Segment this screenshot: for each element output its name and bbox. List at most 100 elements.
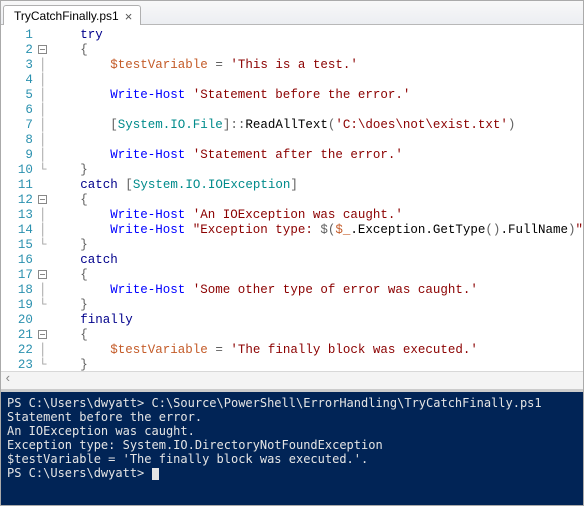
terminal-panel[interactable]: PS C:\Users\dwyatt> C:\Source\PowerShell… <box>1 389 583 505</box>
file-tab[interactable]: TryCatchFinally.ps1 × <box>3 5 141 25</box>
line-number: 8 <box>1 133 35 148</box>
fold-line-icon: │ <box>39 343 47 357</box>
code-line[interactable]: [System.IO.File]::ReadAllText('C:\does\n… <box>50 118 583 133</box>
code-line[interactable] <box>50 73 583 88</box>
terminal-line: $testVariable = 'The finally block was e… <box>7 452 577 466</box>
fold-line-icon: │ <box>39 73 47 87</box>
line-number: 2 <box>1 43 35 58</box>
fold-marker: │ <box>37 73 48 88</box>
fold-marker: │ <box>37 58 48 73</box>
fold-marker[interactable] <box>37 328 48 343</box>
line-number: 3 <box>1 58 35 73</box>
code-line[interactable]: Write-Host 'An IOException was caught.' <box>50 208 583 223</box>
line-number: 19 <box>1 298 35 313</box>
fold-marker[interactable] <box>37 43 48 58</box>
code-line[interactable]: $testVariable = 'The finally block was e… <box>50 343 583 358</box>
line-number: 1 <box>1 28 35 43</box>
fold-marker: │ <box>37 118 48 133</box>
fold-marker: └ <box>37 298 48 313</box>
fold-marker: │ <box>37 88 48 103</box>
line-number: 17 <box>1 268 35 283</box>
fold-marker: │ <box>37 343 48 358</box>
line-number: 12 <box>1 193 35 208</box>
code-line[interactable]: { <box>50 268 583 283</box>
code-line[interactable]: } <box>50 358 583 371</box>
fold-minus-icon[interactable] <box>38 270 47 279</box>
fold-marker: │ <box>37 103 48 118</box>
terminal-line: PS C:\Users\dwyatt> C:\Source\PowerShell… <box>7 396 577 410</box>
fold-end-icon: └ <box>39 298 47 312</box>
code-editor[interactable]: 1234567891011121314151617181920212223242… <box>1 25 583 371</box>
fold-end-icon: └ <box>39 358 47 371</box>
terminal-line: An IOException was caught. <box>7 424 577 438</box>
line-number: 18 <box>1 283 35 298</box>
line-number: 10 <box>1 163 35 178</box>
code-line[interactable]: } <box>50 238 583 253</box>
fold-line-icon: │ <box>39 208 47 222</box>
line-number: 5 <box>1 88 35 103</box>
fold-marker: └ <box>37 163 48 178</box>
fold-marker: │ <box>37 283 48 298</box>
fold-marker[interactable] <box>37 268 48 283</box>
fold-marker <box>37 28 48 43</box>
line-number: 4 <box>1 73 35 88</box>
code-line[interactable]: { <box>50 43 583 58</box>
code-line[interactable]: Write-Host 'Statement before the error.' <box>50 88 583 103</box>
code-line[interactable]: Write-Host 'Some other type of error was… <box>50 283 583 298</box>
code-line[interactable]: catch <box>50 253 583 268</box>
code-line[interactable]: $testVariable = 'This is a test.' <box>50 58 583 73</box>
fold-line-icon: │ <box>39 88 47 102</box>
code-line[interactable]: { <box>50 328 583 343</box>
fold-line-icon: │ <box>39 58 47 72</box>
fold-marker: └ <box>37 358 48 371</box>
line-number: 6 <box>1 103 35 118</box>
fold-marker: │ <box>37 148 48 163</box>
fold-minus-icon[interactable] <box>38 195 47 204</box>
code-line[interactable]: } <box>50 298 583 313</box>
terminal-line: Exception type: System.IO.DirectoryNotFo… <box>7 438 577 452</box>
fold-marker: │ <box>37 223 48 238</box>
fold-marker: │ <box>37 208 48 223</box>
fold-line-icon: │ <box>39 133 47 147</box>
line-number: 7 <box>1 118 35 133</box>
horizontal-scrollbar[interactable] <box>1 371 583 389</box>
line-number: 16 <box>1 253 35 268</box>
line-number: 22 <box>1 343 35 358</box>
code-line[interactable]: Write-Host "Exception type: $($_.Excepti… <box>50 223 583 238</box>
tab-title: TryCatchFinally.ps1 <box>14 9 119 23</box>
terminal-line: PS C:\Users\dwyatt> <box>7 466 577 480</box>
close-icon[interactable]: × <box>125 10 133 23</box>
code-line[interactable]: try <box>50 28 583 43</box>
line-number: 14 <box>1 223 35 238</box>
fold-marker <box>37 253 48 268</box>
code-area[interactable]: try { $testVariable = 'This is a test.' … <box>48 25 583 371</box>
line-number: 20 <box>1 313 35 328</box>
code-line[interactable] <box>50 103 583 118</box>
fold-marker: │ <box>37 133 48 148</box>
cursor <box>152 468 159 480</box>
fold-marker <box>37 313 48 328</box>
fold-end-icon: └ <box>39 163 47 177</box>
fold-minus-icon[interactable] <box>38 330 47 339</box>
fold-line-icon: │ <box>39 283 47 297</box>
line-number: 21 <box>1 328 35 343</box>
code-line[interactable]: finally <box>50 313 583 328</box>
tab-bar: TryCatchFinally.ps1 × <box>1 1 583 25</box>
code-line[interactable]: catch [System.IO.IOException] <box>50 178 583 193</box>
line-number: 23 <box>1 358 35 371</box>
fold-end-icon: └ <box>39 238 47 252</box>
fold-marker[interactable] <box>37 193 48 208</box>
code-line[interactable]: Write-Host 'Statement after the error.' <box>50 148 583 163</box>
line-number: 9 <box>1 148 35 163</box>
code-line[interactable]: } <box>50 163 583 178</box>
fold-marker: └ <box>37 238 48 253</box>
fold-line-icon: │ <box>39 118 47 132</box>
line-number: 15 <box>1 238 35 253</box>
code-line[interactable] <box>50 133 583 148</box>
line-number-gutter: 1234567891011121314151617181920212223242… <box>1 25 37 371</box>
fold-column[interactable]: │││││││└││└│└│└ <box>37 25 48 371</box>
code-line[interactable]: { <box>50 193 583 208</box>
fold-line-icon: │ <box>39 223 47 237</box>
fold-line-icon: │ <box>39 148 47 162</box>
fold-minus-icon[interactable] <box>38 45 47 54</box>
